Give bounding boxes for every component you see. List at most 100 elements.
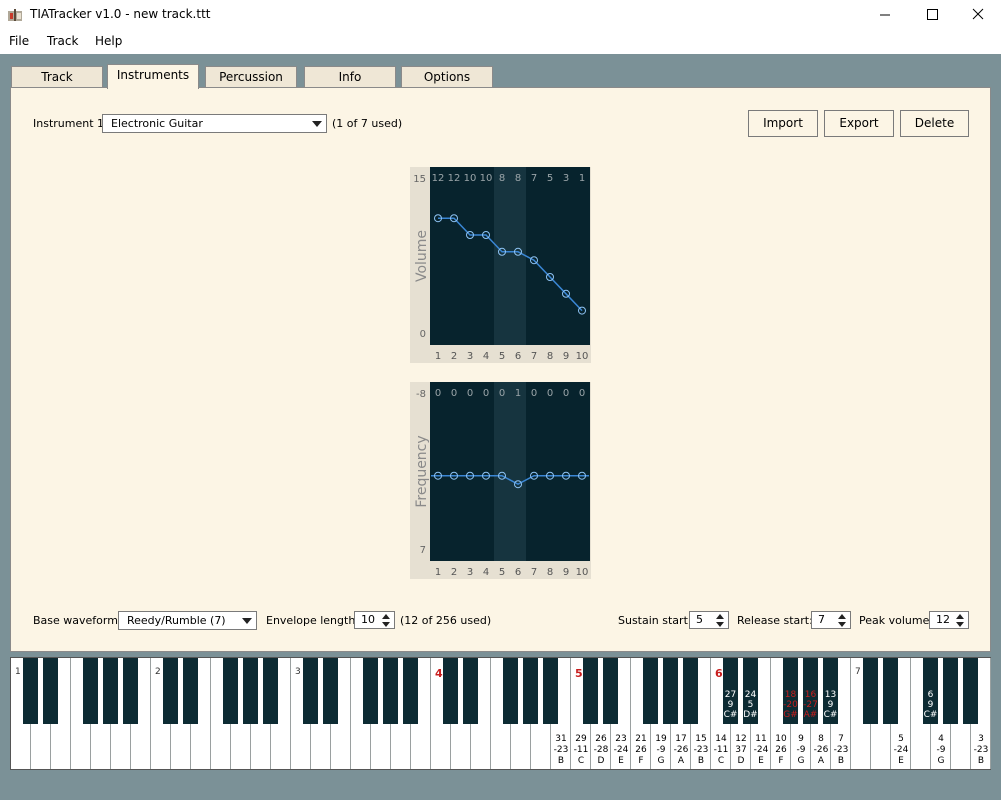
x-tick-label: 7 [531, 567, 537, 578]
black-key[interactable]: 27 9 C# [723, 658, 738, 724]
black-key[interactable] [103, 658, 118, 724]
key-note-text: 18 [784, 690, 797, 700]
black-key[interactable] [403, 658, 418, 724]
menu-file[interactable]: File [9, 34, 29, 48]
black-key[interactable] [463, 658, 478, 724]
octave-label: 2 [155, 667, 161, 677]
export-button[interactable]: Export [824, 110, 894, 137]
frequency-envelope-chart[interactable]: -87Frequency010203040516070809010 [410, 382, 591, 579]
black-key[interactable] [543, 658, 558, 724]
import-button[interactable]: Import [748, 110, 818, 137]
black-key[interactable]: 13 9 C# [823, 658, 838, 724]
black-key[interactable] [123, 658, 138, 724]
peak-volume-stepper[interactable]: 12 [929, 611, 969, 629]
key-note-label: 29 -11 C [573, 734, 589, 766]
key-note-label: 4 -9 G [936, 734, 946, 766]
key-note-text: 24 [744, 690, 757, 700]
black-key[interactable] [23, 658, 38, 724]
waveform-select[interactable]: Reedy/Rumble (7) [118, 611, 257, 630]
black-key[interactable] [883, 658, 898, 724]
value-label: 0 [531, 388, 537, 399]
envelope-length-stepper[interactable]: 10 [354, 611, 395, 629]
menu-track[interactable]: Track [47, 34, 78, 48]
key-note-label: 7 -23 B [833, 734, 849, 766]
black-key[interactable] [303, 658, 318, 724]
arrow-down-icon[interactable] [716, 622, 724, 627]
black-key[interactable] [523, 658, 538, 724]
menu-help[interactable]: Help [95, 34, 122, 48]
maximize-button[interactable] [908, 0, 954, 30]
black-key[interactable] [363, 658, 378, 724]
tab-track[interactable]: Track [11, 66, 103, 88]
key-note-text: D# [743, 710, 758, 720]
y-max-label: 15 [413, 174, 426, 185]
black-key[interactable] [323, 658, 338, 724]
key-note-label: 31 -23 B [553, 734, 569, 766]
arrow-up-icon[interactable] [838, 614, 846, 619]
black-key[interactable] [43, 658, 58, 724]
delete-button[interactable]: Delete [900, 110, 969, 137]
x-tick-label: 1 [435, 351, 441, 362]
instrument-select[interactable]: Electronic Guitar [102, 114, 327, 133]
black-key[interactable] [963, 658, 978, 724]
black-key[interactable] [643, 658, 658, 724]
tab-options[interactable]: Options [401, 66, 493, 88]
black-key[interactable] [183, 658, 198, 724]
black-key[interactable]: 16 -27 A# [803, 658, 818, 724]
arrow-up-icon[interactable] [956, 614, 964, 619]
value-label: 1 [579, 173, 585, 184]
black-key[interactable] [863, 658, 878, 724]
arrow-up-icon[interactable] [716, 614, 724, 619]
black-key[interactable]: 6 9 C# [923, 658, 938, 724]
waveform-label: Base waveform: [33, 614, 122, 627]
black-key[interactable] [583, 658, 598, 724]
value-label: 8 [515, 173, 521, 184]
chevron-down-icon [242, 618, 252, 624]
arrow-down-icon[interactable] [382, 622, 390, 627]
arrow-up-icon[interactable] [382, 614, 390, 619]
sustain-start-value: 5 [696, 613, 703, 626]
black-key[interactable] [263, 658, 278, 724]
black-key[interactable] [943, 658, 958, 724]
key-note-label: 10 26 F [775, 734, 787, 766]
black-key[interactable]: 24 5 D# [743, 658, 758, 724]
arrow-down-icon[interactable] [956, 622, 964, 627]
envelope-usage: (12 of 256 used) [400, 614, 492, 627]
sustain-start-stepper[interactable]: 5 [689, 611, 729, 629]
octave-label: 4 [435, 667, 443, 680]
black-key[interactable] [663, 658, 678, 724]
black-key[interactable] [443, 658, 458, 724]
release-start-stepper[interactable]: 7 [811, 611, 851, 629]
black-key[interactable] [243, 658, 258, 724]
key-note-text: 9 [727, 700, 734, 710]
minimize-button[interactable] [862, 0, 908, 30]
black-key[interactable] [683, 658, 698, 724]
value-label: 0 [483, 388, 489, 399]
value-label: 0 [563, 388, 569, 399]
black-key[interactable] [163, 658, 178, 724]
x-tick-label: 3 [467, 351, 473, 362]
tab-info[interactable]: Info [304, 66, 396, 88]
key-note-label: 9 -9 G [796, 734, 806, 766]
instruments-panel: Instrument 1 Electronic Guitar (1 of 7 u… [10, 87, 991, 652]
menu-bar: File Track Help [0, 30, 1001, 54]
black-key[interactable] [83, 658, 98, 724]
piano-keyboard[interactable]: 31 -23 B 29 -11 C 26 -28 D 23 -24 E 21 26 F 19 -9 G 17 -26 A… [10, 657, 991, 770]
x-tick-label: 9 [563, 351, 569, 362]
black-key[interactable] [383, 658, 398, 724]
x-tick-label: 6 [515, 351, 521, 362]
black-key[interactable] [603, 658, 618, 724]
arrow-down-icon[interactable] [838, 622, 846, 627]
black-key[interactable] [223, 658, 238, 724]
key-note-label: 17 -26 A [673, 734, 689, 766]
tab-instruments[interactable]: Instruments [107, 64, 199, 89]
value-label: 12 [448, 173, 461, 184]
octave-label: 5 [575, 667, 583, 680]
black-key[interactable] [503, 658, 518, 724]
close-button[interactable] [954, 0, 1000, 30]
value-label: 12 [432, 173, 445, 184]
volume-envelope-chart[interactable]: 150Volume1211221031048586775839110 [410, 167, 591, 363]
tab-percussion[interactable]: Percussion [205, 66, 297, 88]
sustain-start-label: Sustain start: [618, 614, 692, 627]
black-key[interactable]: 18 -20 G# [783, 658, 798, 724]
